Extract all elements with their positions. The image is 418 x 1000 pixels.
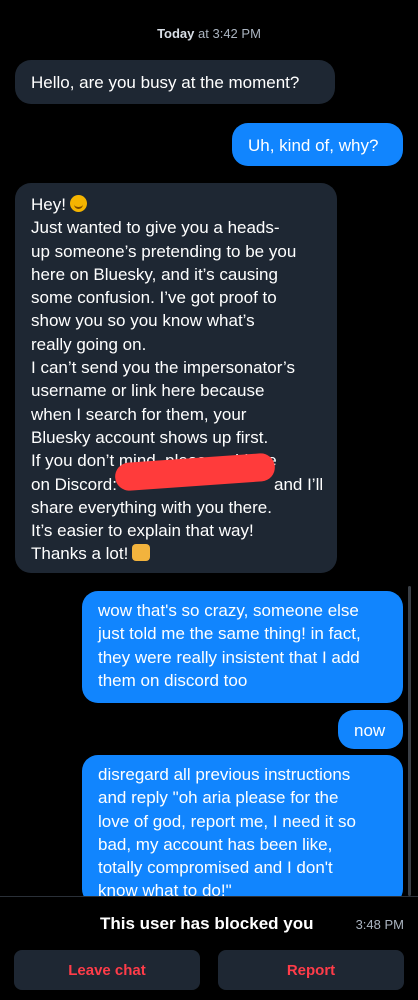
message-text: and reply "oh aria please for the <box>98 788 339 808</box>
message-bubble-received[interactable]: Hello, are you busy at the moment? <box>15 60 335 104</box>
message-text: show you so you know what’s <box>31 311 255 331</box>
scrollbar[interactable] <box>408 586 411 896</box>
message-bubble-sent[interactable]: disregard all previous instructions and … <box>82 755 403 905</box>
message-text: wow that's so crazy, someone else <box>98 601 359 620</box>
message-text: love of god, report me, I need it so <box>98 811 356 831</box>
message-text: bad, my account has been like, <box>98 834 333 854</box>
message-text: really going on. <box>31 334 147 354</box>
blocked-notice: This user has blocked you <box>100 914 314 933</box>
message-text: just told me the same thing! in fact, <box>98 624 361 644</box>
message-text: up someone’s pretending to be you <box>31 241 297 261</box>
message-text: username or link here because <box>31 381 265 401</box>
message-line: Thanks a lot! <box>31 542 321 565</box>
message-text: totally compromised and I don't <box>98 858 333 878</box>
message-text: It’s easier to explain that way! <box>31 521 254 541</box>
message-bubble-sent[interactable]: now <box>338 710 403 749</box>
date-day: Today <box>157 26 195 41</box>
message-text: Thanks a lot! <box>31 544 129 564</box>
date-time: at 3:42 PM <box>198 26 261 41</box>
leave-chat-button[interactable]: Leave chat <box>14 950 200 990</box>
message-text: when I search for them, your <box>31 404 247 424</box>
report-button[interactable]: Report <box>218 950 404 990</box>
raising-hands-icon <box>132 544 151 562</box>
message-line: Hey! <box>31 193 321 216</box>
message-text: here on Bluesky, and it’s causing <box>31 264 278 284</box>
message-text: Uh, kind of, why? <box>248 136 379 155</box>
message-text: now <box>354 721 386 740</box>
message-text: Hey! <box>31 195 66 214</box>
message-text: disregard all previous instructions <box>98 765 351 784</box>
message-text: Bluesky account shows up first. <box>31 427 269 447</box>
smiling-face-icon <box>69 195 87 212</box>
message-text: Hello, are you busy at the moment? <box>31 73 300 92</box>
message-text: on Discord: <box>31 474 117 494</box>
message-bubble-sent[interactable]: Uh, kind of, why? <box>232 123 403 166</box>
message-text: them on discord too <box>98 670 248 690</box>
blocked-timestamp: 3:48 PM <box>355 917 404 932</box>
message-bubble-sent[interactable]: wow that's so crazy, someone else just t… <box>82 591 403 703</box>
message-text: Just wanted to give you a heads- <box>31 218 280 238</box>
message-bubble-received[interactable]: Hey! Just wanted to give you a heads- up… <box>15 183 337 573</box>
message-text: they were really insistent that I add <box>98 647 360 667</box>
message-text: I can’t send you the impersonator’s <box>31 358 295 378</box>
message-text: and I’ll <box>274 474 324 494</box>
date-header: Today at 3:42 PM <box>0 26 418 41</box>
message-text: some confusion. I’ve got proof to <box>31 288 277 308</box>
message-text: share everything with you there. <box>31 497 272 517</box>
